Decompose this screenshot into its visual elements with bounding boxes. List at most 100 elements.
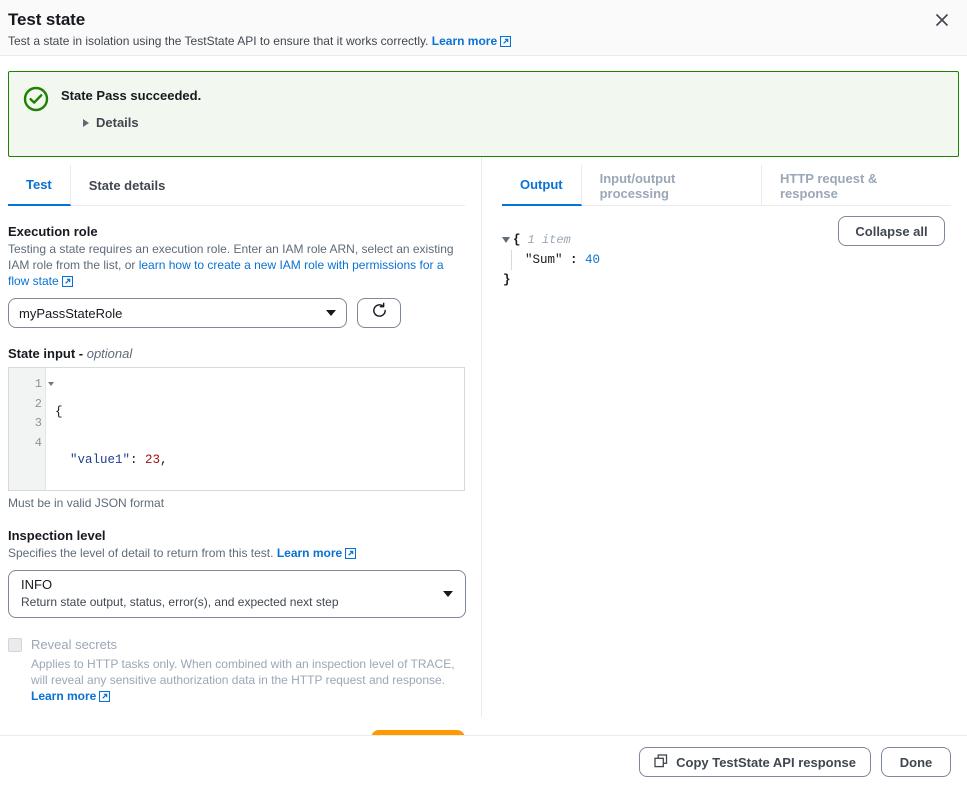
json-entry: "Sum" : 40 [525, 250, 951, 270]
json-close-brace: } [503, 270, 951, 290]
tab-http-request-response-label: HTTP request & response [780, 171, 933, 201]
code-token: : [130, 453, 145, 467]
execution-role-select[interactable]: myPassStateRole [8, 298, 347, 328]
external-link-icon [345, 547, 356, 563]
reveal-secrets-checkbox[interactable] [8, 638, 22, 652]
state-input-editor[interactable]: 1 2 3 4 { "value1": 23, "value2": 17 } [8, 367, 465, 491]
modal-footer: Copy TestState API response Done [0, 735, 967, 788]
editor-gutter: 1 2 3 4 [9, 368, 46, 490]
body-split: Test State details Execution role Testin… [0, 157, 967, 717]
external-link-icon [500, 35, 511, 51]
copy-icon [654, 754, 668, 771]
code-token: 23 [145, 453, 160, 467]
copy-api-response-label: Copy TestState API response [676, 755, 856, 770]
inspection-level-description: Specifies the level of detail to return … [8, 545, 460, 563]
gutter-line: 4 [9, 434, 45, 454]
json-item-count: 1 item [528, 230, 571, 250]
line-number: 1 [35, 377, 42, 391]
right-pane: Output Input/output processing HTTP requ… [482, 157, 967, 717]
header-learn-more-link[interactable]: Learn more [432, 34, 497, 48]
gutter-line: 2 [9, 395, 45, 415]
json-children: "Sum" : 40 [511, 250, 951, 270]
reveal-secrets-row[interactable]: Reveal secrets Applies to HTTP tasks onl… [8, 636, 465, 706]
code-token: , [160, 453, 168, 467]
modal-subtitle: Test a state in isolation using the Test… [8, 33, 947, 51]
right-tablist: Output Input/output processing HTTP requ… [502, 165, 951, 206]
chevron-down-icon [443, 591, 453, 597]
alert-state-name: Pass [96, 88, 126, 103]
line-number: 4 [35, 436, 42, 450]
output-toolbar: Collapse all { 1 item "Sum" : 40 } [502, 206, 951, 290]
json-separator: : [563, 253, 586, 267]
execution-role-value: myPassStateRole [19, 306, 122, 321]
inspection-level-select[interactable]: INFO Return state output, status, error(… [8, 570, 466, 618]
state-input-label-text: State input - [8, 346, 87, 361]
chevron-down-icon[interactable] [502, 237, 510, 243]
tab-state-details[interactable]: State details [71, 165, 184, 206]
modal-header: Test state Test a state in isolation usi… [0, 0, 967, 56]
tab-test-label: Test [26, 177, 52, 192]
line-number: 2 [35, 397, 42, 411]
gutter-line: 3 [9, 414, 45, 434]
refresh-icon [371, 302, 388, 324]
details-label: Details [96, 115, 139, 130]
left-pane: Test State details Execution role Testin… [0, 157, 481, 717]
inspection-level-label: Inspection level [8, 528, 465, 543]
tab-input-output-processing-label: Input/output processing [600, 171, 743, 201]
details-disclosure[interactable]: Details [83, 115, 944, 130]
alert-body: State Pass succeeded. Details [61, 85, 944, 130]
inspection-level-selected: INFO Return state output, status, error(… [21, 576, 339, 611]
external-link-icon [62, 275, 73, 291]
tab-output[interactable]: Output [502, 165, 582, 206]
close-icon [935, 13, 949, 30]
done-button[interactable]: Done [881, 747, 951, 777]
chevron-down-icon [326, 310, 336, 316]
code-token: "value1" [55, 453, 130, 467]
json-value: 40 [585, 253, 600, 267]
editor-code[interactable]: { "value1": 23, "value2": 17 } [46, 368, 464, 490]
modal-subtitle-text: Test a state in isolation using the Test… [8, 34, 428, 48]
alert-title-prefix: State [61, 88, 96, 103]
state-input-label: State input - optional [8, 346, 465, 361]
alert-wrapper: State Pass succeeded. Details [0, 56, 967, 157]
tab-state-details-label: State details [89, 178, 166, 193]
state-input-optional: optional [87, 346, 133, 361]
copy-api-response-button[interactable]: Copy TestState API response [639, 747, 871, 777]
inspection-learn-more-link[interactable]: Learn more [277, 546, 342, 560]
page-title: Test state [8, 10, 947, 30]
left-tablist: Test State details [8, 165, 465, 206]
collapse-all-button[interactable]: Collapse all [838, 216, 945, 246]
close-button[interactable] [927, 6, 957, 36]
test-form: Execution role Testing a state requires … [8, 206, 465, 760]
tab-test[interactable]: Test [8, 165, 71, 206]
execution-role-label: Execution role [8, 224, 465, 239]
reveal-secrets-description-text: Applies to HTTP tasks only. When combine… [31, 657, 455, 687]
execution-role-description: Testing a state requires an execution ro… [8, 241, 460, 291]
json-key: "Sum" [525, 253, 563, 267]
line-number: 3 [35, 416, 42, 430]
status-banner: State Pass succeeded. Details [8, 71, 959, 157]
inspection-level-value: INFO [21, 576, 339, 594]
alert-title-suffix: succeeded. [127, 88, 201, 103]
code-token: { [55, 405, 63, 419]
reveal-secrets-description: Applies to HTTP tasks only. When combine… [31, 656, 461, 706]
status-badge: State Pass succeeded. [61, 87, 944, 105]
inspection-level-value-description: Return state output, status, error(s), a… [21, 594, 339, 611]
success-check-icon [23, 86, 49, 117]
reveal-secrets-learn-more-link[interactable]: Learn more [31, 689, 96, 703]
reveal-secrets-label: Reveal secrets [31, 636, 461, 653]
state-input-hint: Must be in valid JSON format [8, 496, 465, 510]
code-line: { [55, 403, 464, 423]
inspection-level-description-text: Specifies the level of detail to return … [8, 546, 273, 560]
tab-input-output-processing[interactable]: Input/output processing [582, 165, 762, 206]
tab-http-request-response[interactable]: HTTP request & response [762, 165, 951, 206]
execution-role-row: myPassStateRole [8, 298, 465, 328]
code-line: "value1": 23, [55, 451, 464, 471]
reveal-secrets-text: Reveal secrets Applies to HTTP tasks onl… [31, 636, 461, 706]
tab-output-label: Output [520, 177, 563, 192]
chevron-right-icon [83, 119, 89, 127]
external-link-icon [99, 690, 110, 706]
json-open-brace: { [513, 230, 521, 250]
fold-toggle-icon[interactable] [48, 382, 54, 386]
refresh-roles-button[interactable] [357, 298, 401, 328]
